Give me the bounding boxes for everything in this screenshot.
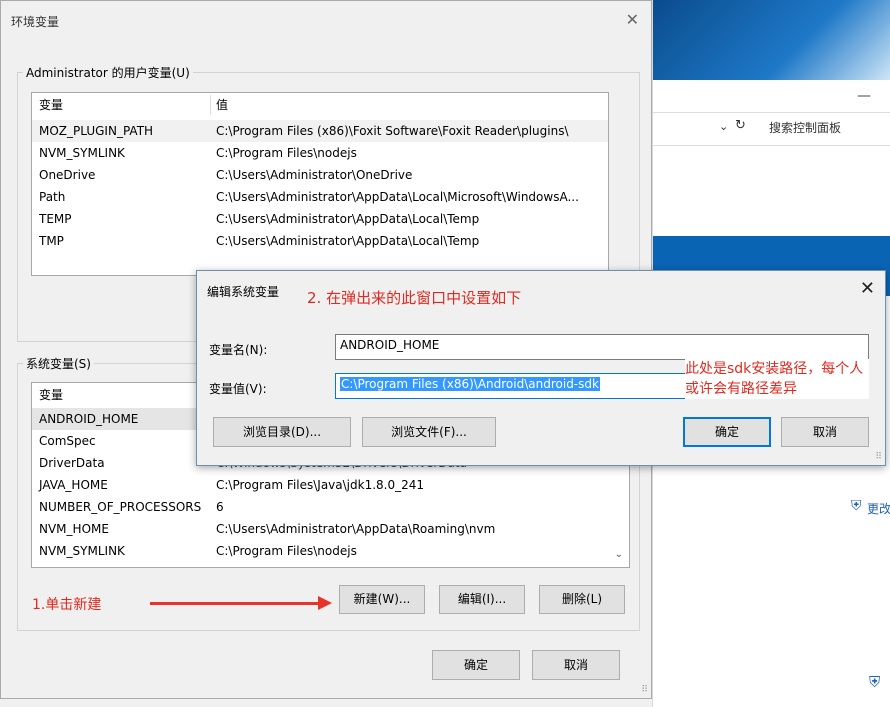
scroll-down-icon[interactable]: ⌄ bbox=[615, 549, 623, 560]
variable-value: C:\Users\Administrator\AppData\Local\Tem… bbox=[216, 212, 480, 226]
variable-value: C:\Program Files\nodejs bbox=[216, 544, 357, 558]
address-bar: ⌄ ↻ 搜索控制面板 bbox=[653, 112, 890, 146]
shield-icon: ⛨ bbox=[869, 673, 881, 691]
variable-name: JAVA_HOME bbox=[39, 478, 108, 492]
table-row[interactable]: NUMBER_OF_PROCESSORS 6 bbox=[32, 496, 629, 518]
shield-icon: ⛨ bbox=[851, 498, 862, 514]
browse-directory-button[interactable]: 浏览目录(D)... bbox=[213, 417, 351, 447]
variable-value: 6 bbox=[216, 500, 224, 514]
cancel-button[interactable]: 取消 bbox=[532, 650, 620, 680]
variable-name: TMP bbox=[39, 234, 64, 248]
table-row[interactable]: MOZ_PLUGIN_PATH C:\Program Files (x86)\F… bbox=[32, 120, 608, 142]
new-button[interactable]: 新建(W)... bbox=[339, 585, 425, 614]
cancel-button[interactable]: 取消 bbox=[781, 417, 869, 447]
table-row[interactable]: Path C:\Users\Administrator\AppData\Loca… bbox=[32, 186, 608, 208]
table-row[interactable]: NVM_SYMLINK C:\Program Files\nodejs bbox=[32, 540, 629, 562]
resize-grip-icon[interactable]: ⠿ bbox=[641, 685, 648, 695]
variable-name: NUMBER_OF_PROCESSORS bbox=[39, 500, 202, 514]
annotation-note: 此处是sdk安装路径，每个人或许会有路径差异 bbox=[685, 359, 869, 399]
variable-value: C:\Program Files\nodejs bbox=[216, 146, 357, 160]
system-variables-label: 系统变量(S) bbox=[23, 355, 94, 372]
variable-name-value: ANDROID_HOME bbox=[340, 338, 440, 352]
table-row[interactable]: NVM_HOME C:\Users\Administrator\AppData\… bbox=[32, 518, 629, 540]
ok-button[interactable]: 确定 bbox=[683, 417, 771, 447]
variable-name-label: 变量名(N): bbox=[209, 343, 268, 357]
close-icon[interactable]: ✕ bbox=[860, 278, 875, 299]
table-row[interactable]: TEMP C:\Users\Administrator\AppData\Loca… bbox=[32, 208, 608, 230]
annotation-step1: 1.单击新建 bbox=[32, 597, 102, 613]
column-header-variable[interactable]: 变量 bbox=[39, 383, 63, 407]
variable-value: C:\Users\Administrator\AppData\Local\Mic… bbox=[216, 190, 579, 204]
minimize-button[interactable]: — bbox=[857, 88, 871, 104]
close-icon[interactable]: ✕ bbox=[626, 10, 639, 29]
delete-button[interactable]: 删除(L) bbox=[539, 585, 625, 614]
dialog-title: 编辑系统变量 bbox=[207, 285, 280, 299]
variable-name: ANDROID_HOME bbox=[39, 412, 139, 426]
variable-name: DriverData bbox=[39, 456, 105, 470]
chevron-down-icon[interactable]: ⌄ bbox=[719, 120, 728, 133]
variable-value-label: 变量值(V): bbox=[209, 382, 267, 396]
variable-value: C:\Users\Administrator\OneDrive bbox=[216, 168, 413, 182]
column-header-value[interactable]: 值 bbox=[216, 93, 228, 117]
variable-value: C:\Program Files (x86)\Foxit Software\Fo… bbox=[216, 124, 569, 138]
resize-grip-icon[interactable]: ⠿ bbox=[875, 452, 882, 462]
windows-banner bbox=[653, 0, 890, 80]
table-row[interactable]: NVM_SYMLINK C:\Program Files\nodejs bbox=[32, 142, 608, 164]
table-row[interactable]: TMP C:\Users\Administrator\AppData\Local… bbox=[32, 230, 608, 252]
annotation-arrowhead bbox=[318, 596, 332, 610]
ok-button[interactable]: 确定 bbox=[432, 650, 520, 680]
user-variables-list[interactable]: 变量 值 MOZ_PLUGIN_PATH C:\Program Files (x… bbox=[31, 92, 609, 276]
annotation-step2: 2. 在弹出来的此窗口中设置如下 bbox=[307, 289, 522, 307]
search-input[interactable]: 搜索控制面板 bbox=[769, 119, 841, 136]
more-link[interactable]: 更改 bbox=[867, 500, 890, 517]
table-row[interactable]: JAVA_HOME C:\Program Files\Java\jdk1.8.0… bbox=[32, 474, 629, 496]
list-header: 变量 值 bbox=[32, 93, 608, 117]
variable-name: TEMP bbox=[39, 212, 72, 226]
annotation-arrow bbox=[150, 602, 320, 605]
variable-name: ComSpec bbox=[39, 434, 96, 448]
variable-name: MOZ_PLUGIN_PATH bbox=[39, 124, 154, 138]
variable-name: OneDrive bbox=[39, 168, 96, 182]
edit-system-variable-dialog: 编辑系统变量 2. 在弹出来的此窗口中设置如下 ✕ 变量名(N): ANDROI… bbox=[196, 270, 886, 466]
browse-file-button[interactable]: 浏览文件(F)... bbox=[362, 417, 496, 447]
variable-value: C:\Users\Administrator\AppData\Roaming\n… bbox=[216, 522, 496, 536]
column-header-variable[interactable]: 变量 bbox=[39, 93, 63, 117]
table-row[interactable]: OneDrive C:\Users\Administrator\OneDrive bbox=[32, 164, 608, 186]
variable-name: NVM_SYMLINK bbox=[39, 544, 125, 558]
variable-name: NVM_HOME bbox=[39, 522, 109, 536]
variable-value-text: C:\Program Files (x86)\Android\android-s… bbox=[340, 377, 600, 391]
variable-value: C:\Program Files\Java\jdk1.8.0_241 bbox=[216, 478, 425, 492]
user-variables-label: Administrator 的用户变量(U) bbox=[23, 64, 193, 81]
edit-button[interactable]: 编辑(I)... bbox=[439, 585, 525, 614]
variable-name-input[interactable]: ANDROID_HOME bbox=[335, 334, 869, 360]
refresh-icon[interactable]: ↻ bbox=[735, 118, 746, 133]
variable-name: Path bbox=[39, 190, 66, 204]
dialog-title: 环境变量 bbox=[11, 15, 60, 29]
variable-name: NVM_SYMLINK bbox=[39, 146, 125, 160]
variable-value: C:\Users\Administrator\AppData\Local\Tem… bbox=[216, 234, 480, 248]
